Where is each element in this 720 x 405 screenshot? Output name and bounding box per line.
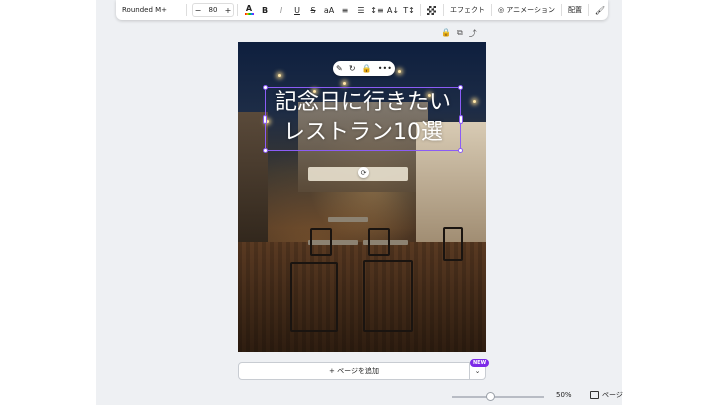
- text-color-icon: A: [245, 4, 253, 13]
- font-size-input[interactable]: 80: [203, 4, 223, 16]
- toolbar-divider: [588, 4, 589, 16]
- transparency-icon: [427, 5, 437, 15]
- refresh-icon[interactable]: ↻: [349, 64, 356, 73]
- effects-button[interactable]: エフェクト: [447, 5, 488, 15]
- list-icon[interactable]: ☰: [354, 3, 368, 17]
- pages-label: ページ: [602, 391, 623, 399]
- vertical-text-icon[interactable]: A↓: [386, 3, 400, 17]
- lock-page-icon[interactable]: 🔒: [441, 28, 451, 39]
- font-size-decrease-button[interactable]: −: [193, 4, 203, 16]
- color-swatch-bar: [244, 13, 254, 15]
- animate-button[interactable]: ◎ アニメーション: [495, 5, 558, 15]
- align-center-icon[interactable]: ≡: [338, 3, 352, 17]
- toolbar-divider: [186, 4, 188, 16]
- toolbar-divider: [420, 4, 421, 16]
- element-context-menu: ✎ ↻ 🔒 •••: [333, 61, 395, 76]
- toolbar-divider: [442, 4, 444, 16]
- zoom-slider-track[interactable]: [452, 396, 544, 398]
- cafe-chair: [290, 262, 338, 332]
- more-options-icon[interactable]: •••: [378, 64, 392, 73]
- lock-icon[interactable]: 🔒: [362, 64, 372, 73]
- magic-edit-icon[interactable]: ✎: [336, 64, 343, 73]
- text-resize-icon[interactable]: T↕: [402, 3, 416, 17]
- copy-style-icon[interactable]: 🖌: [593, 3, 607, 17]
- bold-button[interactable]: B: [258, 3, 272, 17]
- strikethrough-button[interactable]: S: [306, 3, 320, 17]
- rotate-handle-icon[interactable]: ⟳: [358, 167, 369, 178]
- position-button[interactable]: 配置: [565, 5, 585, 15]
- string-light: [343, 82, 346, 85]
- zoom-level[interactable]: 50%: [556, 391, 572, 399]
- letter-case-button[interactable]: aA: [322, 3, 336, 17]
- cafe-table: [328, 217, 368, 222]
- underline-button[interactable]: U: [290, 3, 304, 17]
- zoom-slider-handle[interactable]: [486, 392, 495, 401]
- toolbar-divider: [561, 4, 563, 16]
- text-toolbar: Rounded M+ − 80 + A B I U S aA ≡ ☰ ↕≡ A↓…: [116, 0, 608, 20]
- cafe-chair: [443, 227, 463, 261]
- string-light: [398, 70, 401, 73]
- cafe-chair: [310, 228, 332, 256]
- string-light: [473, 100, 476, 103]
- cafe-chair: [363, 260, 413, 332]
- toolbar-divider: [237, 4, 238, 16]
- resize-handle-bottom-left[interactable]: [263, 148, 268, 153]
- page-actions: 🔒 ⧉ ⤴: [441, 28, 477, 39]
- toolbar-divider: [490, 4, 492, 16]
- add-page-icon[interactable]: ⤴: [469, 28, 477, 39]
- italic-button[interactable]: I: [274, 3, 288, 17]
- font-family-dropdown[interactable]: Rounded M+: [118, 3, 183, 17]
- resize-handle-bottom-right[interactable]: [458, 148, 463, 153]
- font-size-increase-button[interactable]: +: [223, 4, 233, 16]
- string-light: [278, 74, 281, 77]
- spacing-icon[interactable]: ↕≡: [370, 3, 384, 17]
- cafe-chair: [368, 228, 390, 256]
- duplicate-page-icon[interactable]: ⧉: [457, 28, 463, 39]
- add-page-button[interactable]: + ページを追加: [238, 362, 470, 380]
- headline-line-2: レストラン10選: [283, 120, 443, 145]
- pages-icon: [590, 391, 599, 399]
- animate-label: アニメーション: [506, 6, 556, 14]
- transparency-button[interactable]: [425, 3, 439, 17]
- text-color-button[interactable]: A: [242, 3, 256, 17]
- new-badge: NEW: [470, 359, 490, 367]
- headline-text[interactable]: 記念日に行きたい レストラン10選: [259, 88, 467, 148]
- headline-line-1: 記念日に行きたい: [274, 90, 451, 115]
- pages-button[interactable]: ページ: [590, 390, 623, 400]
- font-size-control: − 80 +: [192, 3, 235, 17]
